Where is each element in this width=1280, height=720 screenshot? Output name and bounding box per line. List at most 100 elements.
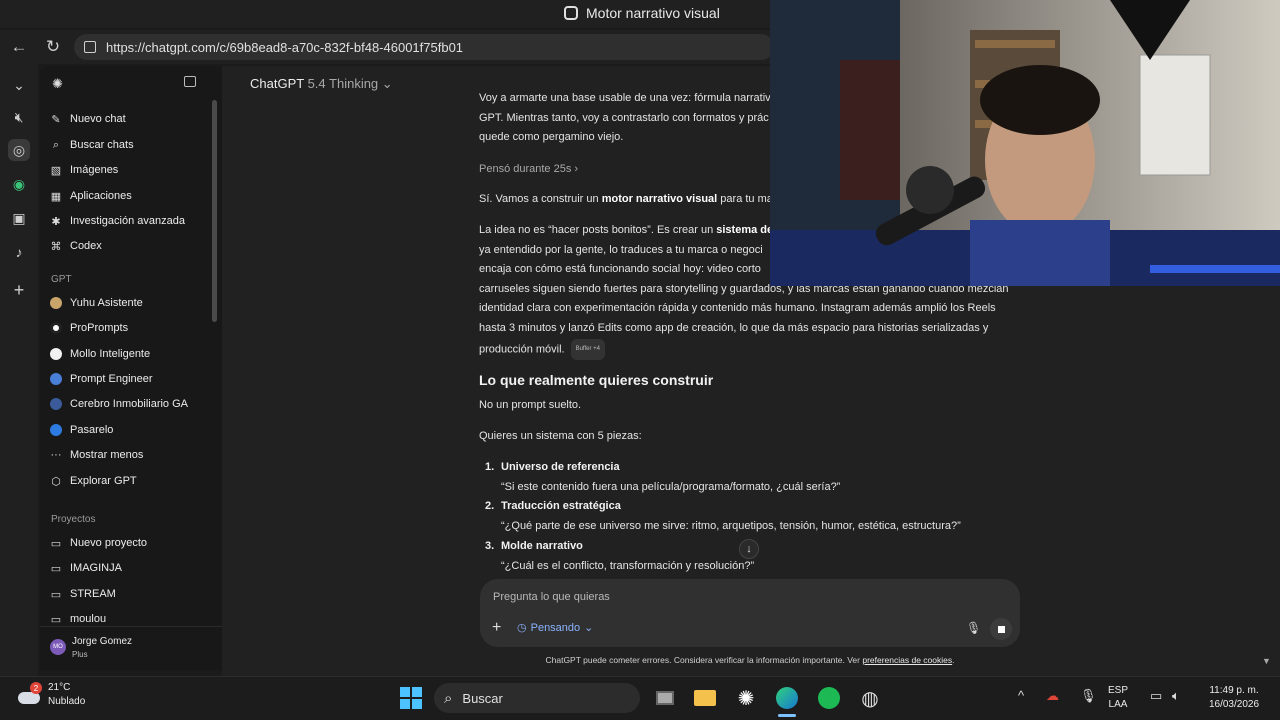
openai-logo-icon[interactable]: ✺ — [52, 76, 63, 92]
code-icon: ⌘ — [50, 240, 62, 253]
chatgpt-app-icon[interactable]: ✺ — [733, 685, 759, 711]
grid-icon: ▦ — [50, 190, 62, 203]
image-icon: ▧ — [50, 164, 62, 177]
microphone-icon[interactable]: 🎙︎ — [966, 621, 981, 635]
sidebar-item-label: Buscar chats — [70, 139, 134, 151]
network-icon[interactable]: ▭ — [1150, 688, 1162, 704]
browser-sidebar: ⌄ 🔇︎ ◎ ◉ ▣ ♪ + — [0, 64, 38, 676]
source-badge[interactable]: Buffer +4 — [570, 338, 606, 361]
list-number: 1. — [485, 461, 495, 473]
model-selector[interactable]: ChatGPT 5.4 Thinking ⌄ — [250, 76, 393, 92]
sidebar-item-label: Imágenes — [70, 164, 119, 176]
gpt-avatar-icon — [50, 373, 62, 385]
sidebar-item-investigacion[interactable]: ✱ Investigación avanzada — [50, 210, 210, 232]
message-composer[interactable]: Pregunta lo que quieras + ◷ Pensando ⌄ 🎙︎ — [480, 579, 1020, 647]
scroll-to-bottom-button[interactable]: ↓ — [739, 539, 759, 559]
microphone-tray-icon[interactable]: 🎙︎ — [1080, 688, 1097, 704]
sidebar-item-label: Nuevo chat — [70, 113, 126, 125]
clock-time: 11:49 p. m. — [1209, 685, 1259, 696]
task-view-icon[interactable] — [652, 685, 678, 711]
sidebar-gpt-pasarelo[interactable]: Pasarelo — [50, 419, 210, 441]
text-span: para tu ma — [717, 193, 773, 205]
gpt-avatar-icon — [50, 424, 62, 436]
media-icon[interactable]: ▣ — [8, 207, 30, 229]
chevron-up-icon[interactable]: ^ — [1018, 688, 1024, 703]
weather-text: 21°C Nublado — [48, 681, 85, 709]
sidebar-gpt-yuhu[interactable]: Yuhu Asistente — [50, 292, 210, 314]
composer-input[interactable]: Pregunta lo que quieras — [493, 591, 610, 603]
gpt-avatar-icon — [50, 398, 62, 410]
chat-sidebar: ✺ ✎ Nuevo chat ⌕ Buscar chats ▧ Imágenes ▦ A… — [40, 66, 222, 670]
section-projects: Proyectos — [51, 514, 96, 525]
active-app-indicator — [778, 714, 796, 717]
taskbar-search-label: Buscar — [462, 690, 503, 706]
tiktok-icon[interactable]: ♪ — [8, 241, 30, 263]
sidebar-item-aplicaciones[interactable]: ▦ Aplicaciones — [50, 185, 210, 207]
file-explorer-icon[interactable] — [692, 685, 718, 711]
user-name: Jorge Gomez — [72, 636, 133, 647]
webcam-overlay — [770, 0, 1280, 286]
disclaimer-text: ChatGPT puede cometer errores. Considera… — [545, 655, 863, 665]
sidebar-item-codex[interactable]: ⌘ Codex — [50, 235, 210, 257]
gpt-avatar-icon — [50, 322, 62, 334]
sidebar-item-nuevo-chat[interactable]: ✎ Nuevo chat — [50, 108, 210, 130]
whatsapp-icon[interactable]: ◉ — [8, 173, 30, 195]
weather-widget[interactable]: 2 21°C Nublado — [16, 681, 85, 709]
sidebar-gpt-proprompts[interactable]: ProPrompts — [50, 317, 210, 339]
sidebar-gpt-prompt-engineer[interactable]: Prompt Engineer — [50, 368, 210, 390]
sidebar-project-stream[interactable]: ▭ STREAM — [50, 583, 210, 605]
text-line: identidad clara con experimentación rápi… — [479, 302, 996, 315]
add-attachment-icon[interactable]: + — [492, 619, 501, 637]
thinking-mode-button[interactable]: ◷ Pensando ⌄ — [517, 621, 593, 635]
window-title-text: Motor narrativo visual — [586, 5, 720, 21]
show-less-button[interactable]: ··· Mostrar menos — [50, 444, 210, 466]
sidebar-gpt-cerebro[interactable]: Cerebro Inmobiliario GA — [50, 393, 210, 415]
text-span: producción móvil. — [479, 343, 565, 356]
user-profile[interactable]: MO Jorge Gomez Plus — [40, 626, 222, 670]
volume-icon[interactable]: 🔈︎ — [1172, 688, 1180, 704]
list-item-text: “¿Cuál es el conflicto, transformación y… — [501, 560, 755, 572]
thought-toggle[interactable]: Pensó durante 25s › — [479, 163, 578, 175]
reload-icon[interactable]: ↻ — [40, 34, 66, 60]
avatar: MO — [50, 639, 66, 655]
sidebar-gpt-mollo[interactable]: Mollo Inteligente — [50, 343, 210, 365]
site-info-icon[interactable] — [84, 41, 96, 53]
address-bar[interactable]: https://chatgpt.com/c/69b8ead8-a70c-832f… — [74, 34, 774, 60]
back-arrow-icon[interactable]: ← — [6, 34, 32, 60]
sidebar-item-label: Cerebro Inmobiliario GA — [70, 398, 188, 410]
sidebar-item-imagenes[interactable]: ▧ Imágenes — [50, 159, 210, 181]
language-indicator[interactable]: ESP LAA — [1108, 684, 1128, 712]
page-scroll-down-icon[interactable]: ▼ — [1262, 656, 1271, 666]
cookie-preferences-link[interactable]: preferencias de cookies — [862, 655, 952, 665]
weather-desc: Nublado — [48, 696, 86, 707]
webcam-feed-image — [770, 0, 1280, 286]
gpt-avatar-icon — [50, 348, 62, 360]
sidebar-item-label: STREAM — [70, 588, 116, 600]
sidebar-scrollbar[interactable] — [212, 100, 217, 322]
add-icon[interactable]: + — [8, 279, 30, 301]
mute-icon[interactable]: 🔇︎ — [8, 106, 30, 128]
chatgpt-tab-icon[interactable]: ◎ — [8, 139, 30, 161]
windows-start-icon[interactable] — [398, 685, 424, 711]
list-item-title: Universo de referencia — [501, 461, 620, 473]
edge-browser-icon[interactable] — [774, 685, 800, 711]
list-item-text: “¿Qué parte de ese universo me sirve: ri… — [501, 520, 961, 532]
mode-label: Pensando — [530, 621, 581, 634]
search-icon: ⌕ — [52, 138, 60, 151]
sidebar-item-label: Mostrar menos — [70, 449, 144, 461]
toggle-sidebar-icon[interactable] — [184, 76, 196, 87]
explore-gpt-button[interactable]: ⬡ Explorar GPT — [50, 470, 210, 492]
sidebar-item-buscar-chats[interactable]: ⌕ Buscar chats — [50, 134, 210, 156]
notification-badge: 2 — [30, 682, 42, 694]
taskbar-search[interactable]: ⌕ Buscar — [434, 683, 640, 713]
sidebar-new-project[interactable]: ▭ Nuevo proyecto — [50, 532, 210, 554]
clock[interactable]: 11:49 p. m. 16/03/2026 — [1200, 684, 1268, 712]
gpt-avatar-icon — [50, 297, 62, 309]
obs-recording-icon[interactable]: ◍ — [857, 685, 883, 711]
sidebar-project-imaginja[interactable]: ▭ IMAGINJA — [50, 557, 210, 579]
chevron-down-icon[interactable]: ⌄ — [8, 74, 30, 96]
research-icon: ✱ — [51, 215, 61, 228]
cloud-sync-icon[interactable]: ☁︎ — [1046, 688, 1059, 704]
stop-button[interactable] — [990, 618, 1012, 640]
spotify-icon[interactable] — [816, 685, 842, 711]
